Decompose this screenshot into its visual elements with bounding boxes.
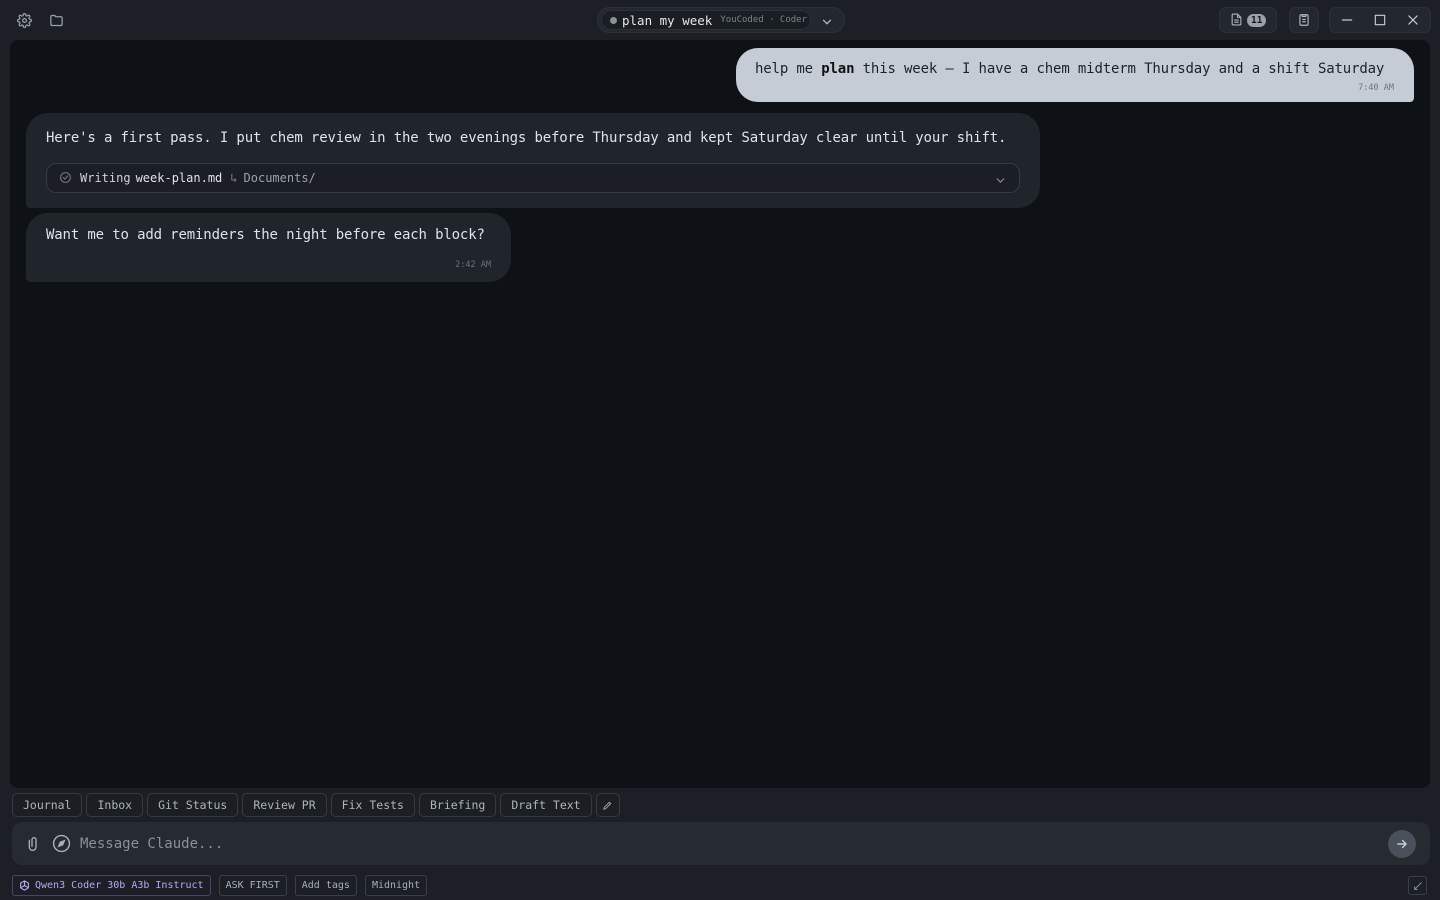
- chip-fix-tests[interactable]: Fix Tests: [330, 793, 415, 817]
- session-selector: plan my week YouCoded · Coder: [597, 7, 845, 33]
- chip-journal[interactable]: Journal: [12, 793, 83, 817]
- session-name: plan my week: [622, 12, 713, 28]
- chip-draft-text[interactable]: Draft Text: [500, 793, 592, 817]
- minimize-icon[interactable]: [1330, 7, 1363, 33]
- document-icon: [1230, 11, 1243, 30]
- session-meta: YouCoded · Coder: [720, 15, 808, 25]
- assistant-message-text: Want me to add reminders the night befor…: [46, 227, 485, 243]
- chip-review-pr[interactable]: Review PR: [242, 793, 327, 817]
- folder-icon[interactable]: [46, 10, 66, 30]
- tool-call-arrow: ↳: [230, 171, 238, 185]
- paperclip-icon[interactable]: [26, 835, 42, 851]
- send-button[interactable]: [1388, 830, 1416, 858]
- check-circle-icon: [59, 169, 72, 188]
- model-selector[interactable]: Qwen3 Coder 30b A3b Instruct: [12, 875, 211, 896]
- message-composer: [12, 822, 1430, 865]
- title-bar: plan my week YouCoded · Coder 11: [0, 0, 1440, 40]
- close-icon[interactable]: [1397, 7, 1430, 33]
- chip-git-status[interactable]: Git Status: [147, 793, 239, 817]
- chevron-down-icon[interactable]: [820, 14, 834, 28]
- quick-actions: Journal Inbox Git Status Review PR Fix T…: [12, 793, 620, 817]
- model-logo-icon: [20, 880, 29, 891]
- tool-call-directory: Documents/: [243, 171, 316, 185]
- maximize-icon[interactable]: [1363, 7, 1396, 33]
- tool-call-verb: Writing: [80, 171, 131, 185]
- assistant-message: Here's a first pass. I put chem review i…: [26, 113, 1040, 208]
- arrow-right-icon: [1397, 839, 1407, 849]
- documents-button[interactable]: 11: [1219, 7, 1277, 33]
- model-name: Qwen3 Coder 30b A3b Instruct: [35, 880, 204, 891]
- compass-icon[interactable]: [52, 834, 71, 853]
- assistant-message-text: Here's a first pass. I put chem review i…: [46, 130, 1007, 146]
- tool-call-row[interactable]: Writing week-plan.md ↳ Documents/: [46, 163, 1020, 193]
- message-timestamp: 2:42 AM: [455, 260, 491, 270]
- add-tags-button[interactable]: Add tags: [294, 875, 357, 896]
- tool-call-file: week-plan.md: [135, 171, 223, 185]
- pencil-icon[interactable]: [595, 793, 620, 817]
- user-message: help me plan this week — I have a chem m…: [736, 48, 1414, 102]
- document-count-badge: 11: [1247, 13, 1267, 27]
- permission-mode[interactable]: ASK FIRST: [218, 875, 287, 896]
- window-controls: [1329, 7, 1431, 33]
- chevron-down-icon[interactable]: [994, 172, 1007, 191]
- user-message-text: help me plan this week — I have a chem m…: [755, 61, 1385, 77]
- message-input[interactable]: [80, 831, 1370, 857]
- session-tab[interactable]: plan my week YouCoded · Coder: [601, 10, 811, 30]
- session-status-dot: [610, 16, 617, 24]
- clipboard-icon[interactable]: [1289, 7, 1319, 33]
- chat-area[interactable]: help me plan this week — I have a chem m…: [10, 40, 1430, 788]
- expand-icon[interactable]: [1408, 876, 1427, 895]
- chip-briefing[interactable]: Briefing: [418, 793, 497, 817]
- status-bar: Qwen3 Coder 30b A3b Instruct ASK FIRST A…: [12, 875, 428, 896]
- chip-inbox[interactable]: Inbox: [86, 793, 144, 817]
- gear-icon[interactable]: [14, 10, 34, 30]
- message-timestamp: 7:40 AM: [1358, 83, 1394, 93]
- theme-selector[interactable]: Midnight: [364, 875, 428, 896]
- assistant-message: Want me to add reminders the night befor…: [26, 213, 511, 282]
